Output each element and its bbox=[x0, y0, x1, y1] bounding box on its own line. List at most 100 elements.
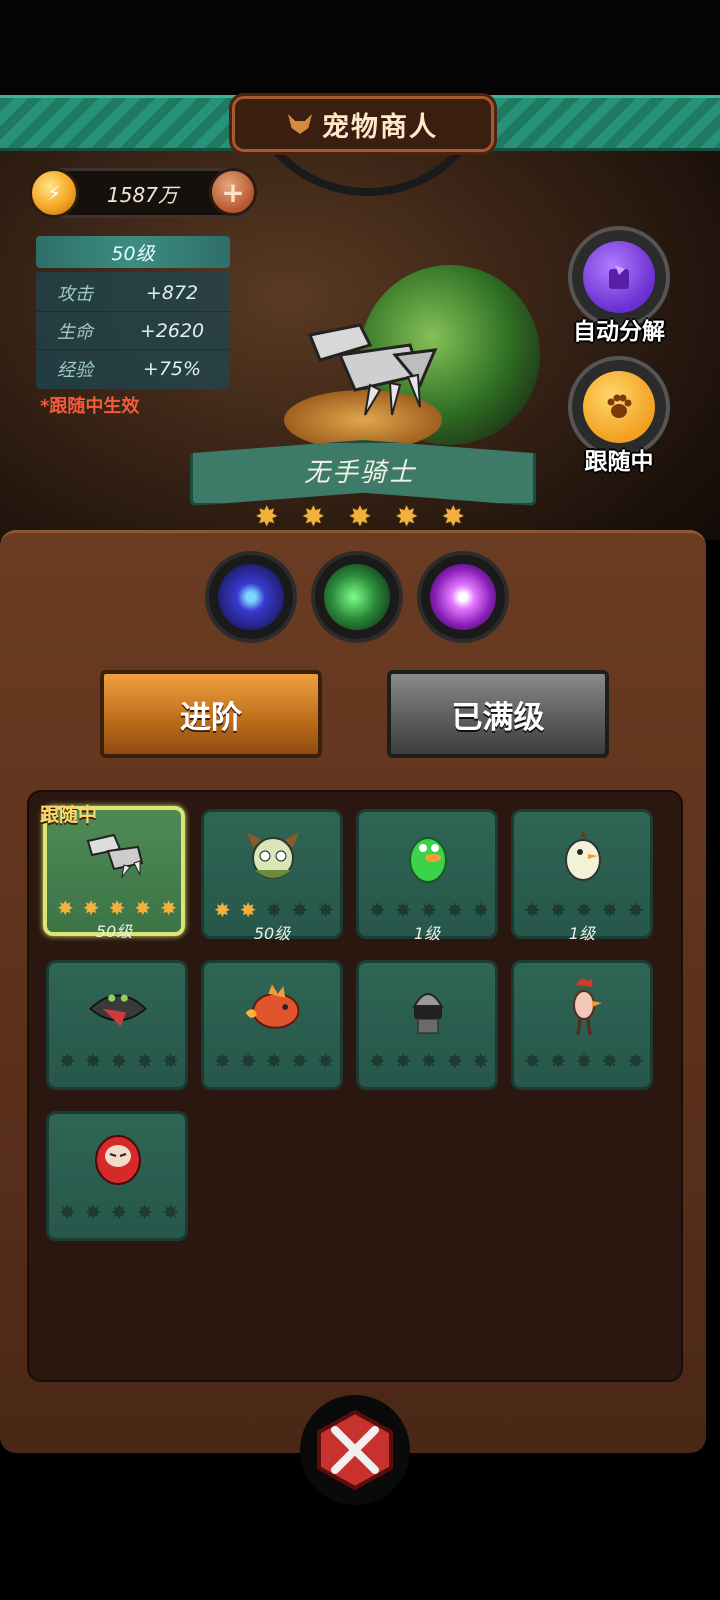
pet-card[interactable]: ✸ ✸ ✸ ✸ ✸ 1级 bbox=[511, 809, 653, 943]
pet-stars: ✸ ✸ ✸ ✸ ✸ bbox=[255, 500, 465, 533]
close-icon bbox=[317, 1409, 393, 1491]
pet-level: 50级 bbox=[253, 924, 291, 943]
stat-label: 攻击 bbox=[57, 283, 93, 305]
page-title: 宠物商人 bbox=[322, 111, 438, 143]
currency-bar: ⚡ 1587万 + bbox=[29, 168, 257, 218]
pet-card[interactable]: ✸ ✸ ✸ ✸ ✸ bbox=[201, 960, 343, 1090]
star-icon: ✸ bbox=[136, 1200, 154, 1224]
pet-thumbnail bbox=[83, 824, 149, 884]
star-icon: ✸ bbox=[369, 898, 386, 922]
skill-slot-2[interactable] bbox=[311, 551, 403, 643]
star-icon: ✸ bbox=[369, 1049, 386, 1073]
max-level-button[interactable]: 已满级 bbox=[387, 670, 609, 758]
star-icon: ✸ bbox=[549, 1049, 567, 1073]
pet-thumbnail bbox=[85, 977, 151, 1037]
following-button[interactable]: 跟随中 bbox=[529, 356, 709, 476]
stat-panel: 50级 攻击 +872 生命 +2620 经验 +75% bbox=[36, 236, 230, 389]
pet-card[interactable]: ✸ ✸ ✸ ✸ ✸ bbox=[46, 960, 188, 1090]
pet-name: 无手骑士 bbox=[303, 458, 416, 488]
star-icon: ✸ bbox=[255, 500, 279, 533]
star-icon: ✸ bbox=[446, 898, 464, 922]
pet-card[interactable]: ✸ ✸ ✸ ✸ ✸ bbox=[511, 960, 653, 1090]
pet-thumbnail bbox=[550, 977, 616, 1037]
star-icon: ✸ bbox=[82, 896, 100, 920]
stat-value: +872 bbox=[145, 281, 199, 304]
star-icon: ✸ bbox=[239, 1049, 257, 1073]
star-icon: ✸ bbox=[549, 898, 567, 922]
pet-card[interactable]: ✸ ✸ ✸ ✸ ✸ bbox=[356, 960, 498, 1090]
stat-row-health: 生命 +2620 bbox=[36, 312, 230, 350]
star-icon: ✸ bbox=[162, 1200, 179, 1224]
stat-row-exp: 经验 +75% bbox=[36, 350, 230, 387]
pet-thumbnail bbox=[240, 826, 306, 886]
pet-thumbnail bbox=[85, 1128, 151, 1188]
pet-card[interactable]: ✸ ✸ ✸ ✸ ✸ 1级 bbox=[356, 809, 498, 943]
star-icon: ✸ bbox=[110, 1049, 128, 1073]
stat-table: 攻击 +872 生命 +2620 经验 +75% bbox=[36, 272, 230, 389]
star-icon: ✸ bbox=[420, 1049, 438, 1073]
pet-star-rating: ✸ ✸ ✸ ✸ ✸ bbox=[369, 1049, 489, 1073]
star-icon: ✸ bbox=[239, 898, 257, 922]
star-icon: ✸ bbox=[265, 1049, 283, 1073]
star-icon: ✸ bbox=[162, 1049, 179, 1073]
skill-slot-1[interactable] bbox=[205, 551, 297, 643]
pet-thumbnail bbox=[550, 826, 616, 886]
gauntlet-pet-image bbox=[307, 323, 438, 416]
star-icon: ✸ bbox=[110, 1200, 128, 1224]
pet-star-rating: ✸ ✸ ✸ ✸ ✸ bbox=[57, 896, 177, 920]
star-icon: ✸ bbox=[59, 1200, 76, 1224]
pet-star-rating: ✸ ✸ ✸ ✸ ✸ bbox=[214, 898, 334, 922]
decompose-icon bbox=[583, 241, 655, 313]
coin-icon: ⚡ bbox=[29, 168, 79, 218]
add-currency-button[interactable]: + bbox=[209, 168, 257, 216]
pet-thumbnail bbox=[395, 826, 461, 886]
star-icon: ✸ bbox=[348, 500, 372, 533]
star-icon: ✸ bbox=[317, 898, 334, 922]
following-tag: 跟随中 bbox=[40, 804, 98, 826]
advance-button[interactable]: 进阶 bbox=[100, 670, 322, 758]
stat-label: 生命 bbox=[57, 321, 93, 343]
speech-skill-icon bbox=[430, 564, 496, 630]
auto-decompose-button[interactable]: 自动分解 bbox=[529, 226, 709, 346]
stat-value: +2620 bbox=[139, 319, 205, 342]
star-icon: ✸ bbox=[160, 896, 177, 920]
skill-slot-3[interactable] bbox=[417, 551, 509, 643]
auto-decompose-label: 自动分解 bbox=[573, 319, 665, 345]
star-icon: ✸ bbox=[472, 1049, 489, 1073]
fox-icon bbox=[288, 114, 312, 134]
paw-icon bbox=[583, 371, 655, 443]
pet-card[interactable]: ✸ ✸ ✸ ✸ ✸ 50级 bbox=[201, 809, 343, 943]
top-bar bbox=[0, 0, 720, 95]
pet-star-rating: ✸ ✸ ✸ ✸ ✸ bbox=[214, 1049, 334, 1073]
follow-effect-note: *跟随中生效 bbox=[40, 396, 140, 417]
star-icon: ✸ bbox=[84, 1049, 102, 1073]
following-label: 跟随中 bbox=[584, 449, 654, 475]
star-icon: ✸ bbox=[446, 1049, 464, 1073]
star-icon: ✸ bbox=[214, 1049, 231, 1073]
pet-level: 1级 bbox=[413, 924, 441, 943]
pet-star-rating: ✸ ✸ ✸ ✸ ✸ bbox=[524, 898, 644, 922]
pet-card[interactable]: ✸ ✸ ✸ ✸ ✸ bbox=[46, 1111, 188, 1241]
pet-thumbnail bbox=[240, 977, 306, 1037]
star-icon: ✸ bbox=[108, 896, 126, 920]
ninja-skill-icon bbox=[218, 564, 284, 630]
star-icon: ✸ bbox=[136, 1049, 154, 1073]
star-icon: ✸ bbox=[394, 898, 412, 922]
pet-level: 50级 bbox=[95, 922, 133, 941]
star-icon: ✸ bbox=[394, 1049, 412, 1073]
star-icon: ✸ bbox=[291, 898, 309, 922]
star-icon: ✸ bbox=[575, 1049, 593, 1073]
pet-star-rating: ✸ ✸ ✸ ✸ ✸ bbox=[59, 1049, 179, 1073]
star-icon: ✸ bbox=[394, 500, 419, 533]
pet-thumbnail bbox=[395, 977, 461, 1037]
stat-label: 经验 bbox=[57, 359, 93, 381]
close-button[interactable] bbox=[300, 1395, 410, 1505]
star-icon: ✸ bbox=[301, 500, 326, 533]
star-icon: ✸ bbox=[575, 898, 593, 922]
pet-star-rating: ✸ ✸ ✸ ✸ ✸ bbox=[524, 1049, 644, 1073]
star-icon: ✸ bbox=[420, 898, 438, 922]
pet-star-rating: ✸ ✸ ✸ ✸ ✸ bbox=[369, 898, 489, 922]
star-icon: ✸ bbox=[601, 1049, 619, 1073]
star-icon: ✸ bbox=[472, 898, 489, 922]
pet-star-rating: ✸ ✸ ✸ ✸ ✸ bbox=[59, 1200, 179, 1224]
